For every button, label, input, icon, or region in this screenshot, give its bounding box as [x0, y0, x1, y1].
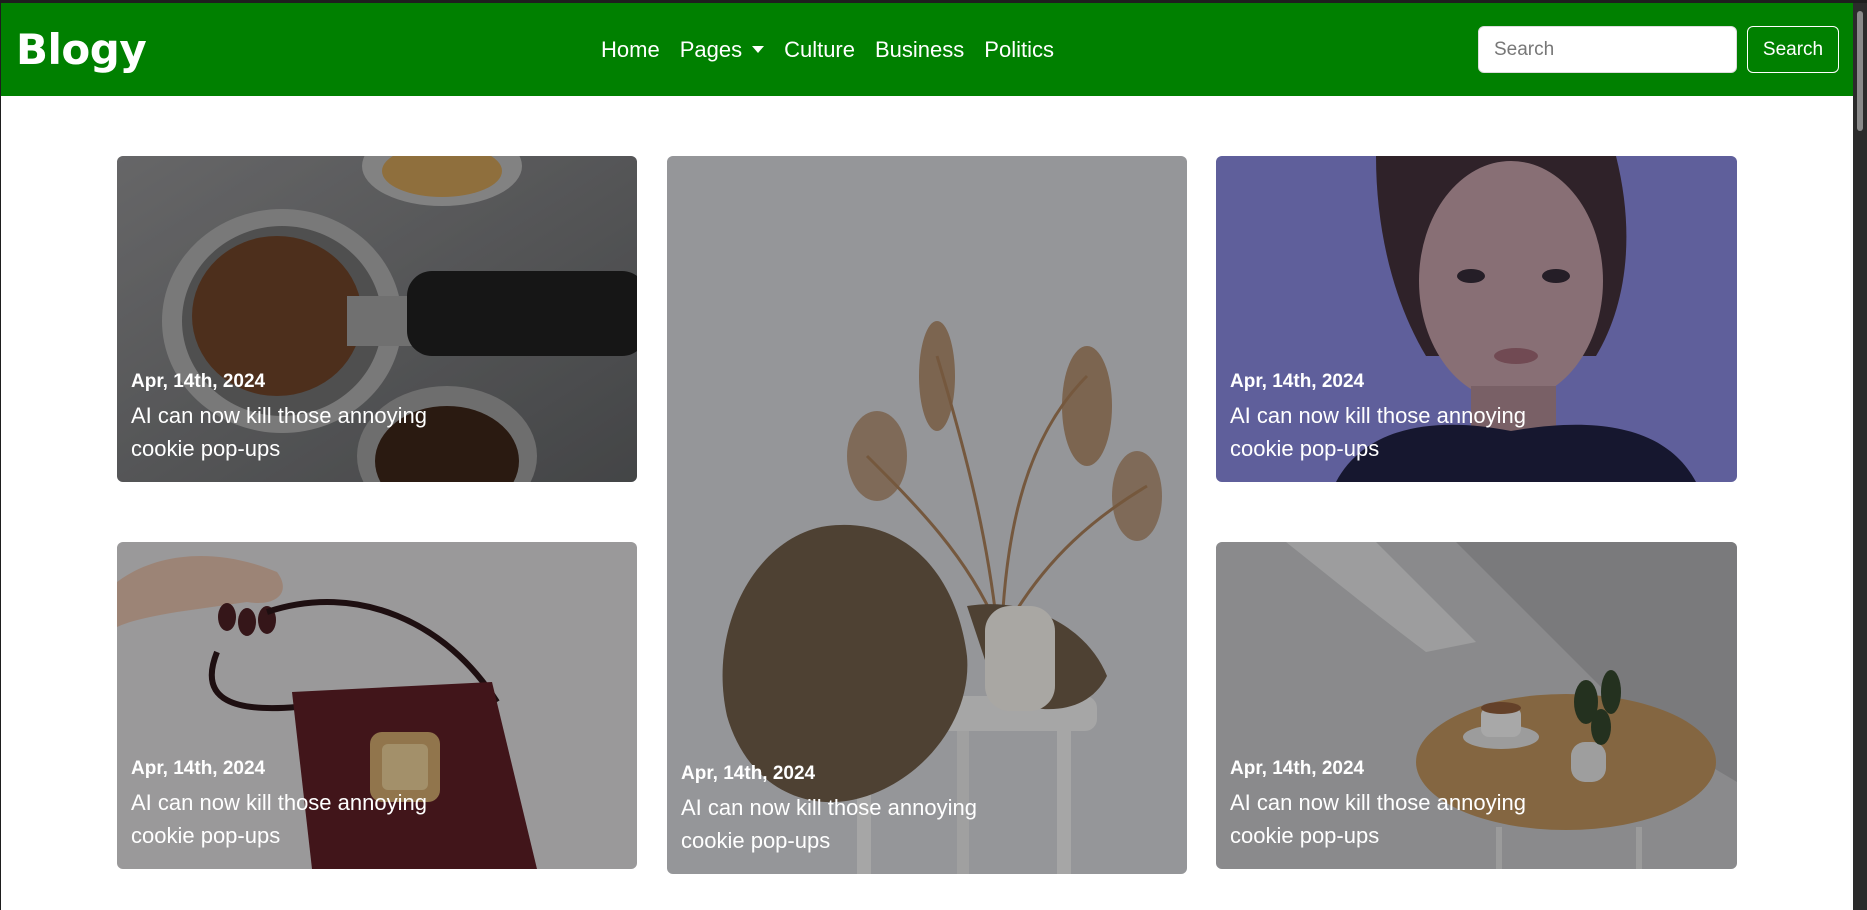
post-date: Apr, 14th, 2024 [131, 758, 266, 779]
search-button[interactable]: Search [1747, 26, 1839, 73]
main-nav: Home Pages Culture Business Politics [591, 3, 1064, 96]
nav-business[interactable]: Business [865, 37, 974, 63]
vertical-scrollbar[interactable] [1853, 3, 1867, 910]
chevron-down-icon [752, 46, 765, 53]
post-card-sweater[interactable]: Apr, 14th, 2024 AI can now kill those an… [667, 156, 1187, 874]
brand-logo[interactable]: Blogy [16, 25, 147, 74]
post-title[interactable]: AI can now kill those annoying cookie po… [681, 791, 1011, 857]
card-caption: Apr, 14th, 2024 AI can now kill those an… [681, 763, 1011, 857]
post-card-coffee-table[interactable]: Apr, 14th, 2024 AI can now kill those an… [1216, 542, 1737, 869]
post-card-handbag[interactable]: Apr, 14th, 2024 AI can now kill those an… [117, 542, 637, 869]
post-title[interactable]: AI can now kill those annoying cookie po… [1230, 786, 1560, 852]
post-date: Apr, 14th, 2024 [681, 763, 816, 784]
post-card-portrait[interactable]: Apr, 14th, 2024 AI can now kill those an… [1216, 156, 1737, 482]
post-date: Apr, 14th, 2024 [1230, 758, 1365, 779]
search-input[interactable] [1478, 26, 1737, 73]
post-title[interactable]: AI can now kill those annoying cookie po… [131, 786, 461, 852]
card-caption: Apr, 14th, 2024 AI can now kill those an… [1230, 371, 1560, 465]
card-caption: Apr, 14th, 2024 AI can now kill those an… [1230, 758, 1560, 852]
post-title[interactable]: AI can now kill those annoying cookie po… [1230, 399, 1560, 465]
nav-pages-dropdown[interactable]: Pages [670, 37, 774, 63]
post-card-coffee[interactable]: Apr, 14th, 2024 AI can now kill those an… [117, 156, 637, 482]
navbar: Blogy Home Pages Culture Business Politi… [1, 3, 1853, 96]
nav-politics[interactable]: Politics [974, 37, 1064, 63]
scrollbar-thumb[interactable] [1857, 11, 1863, 131]
nav-home[interactable]: Home [591, 37, 670, 63]
nav-culture[interactable]: Culture [774, 37, 865, 63]
post-title[interactable]: AI can now kill those annoying cookie po… [131, 399, 461, 465]
post-date: Apr, 14th, 2024 [1230, 371, 1365, 392]
card-caption: Apr, 14th, 2024 AI can now kill those an… [131, 758, 461, 852]
page-viewport: Blogy Home Pages Culture Business Politi… [1, 3, 1853, 910]
post-date: Apr, 14th, 2024 [131, 371, 266, 392]
card-caption: Apr, 14th, 2024 AI can now kill those an… [131, 371, 461, 465]
nav-pages-label: Pages [679, 36, 743, 62]
